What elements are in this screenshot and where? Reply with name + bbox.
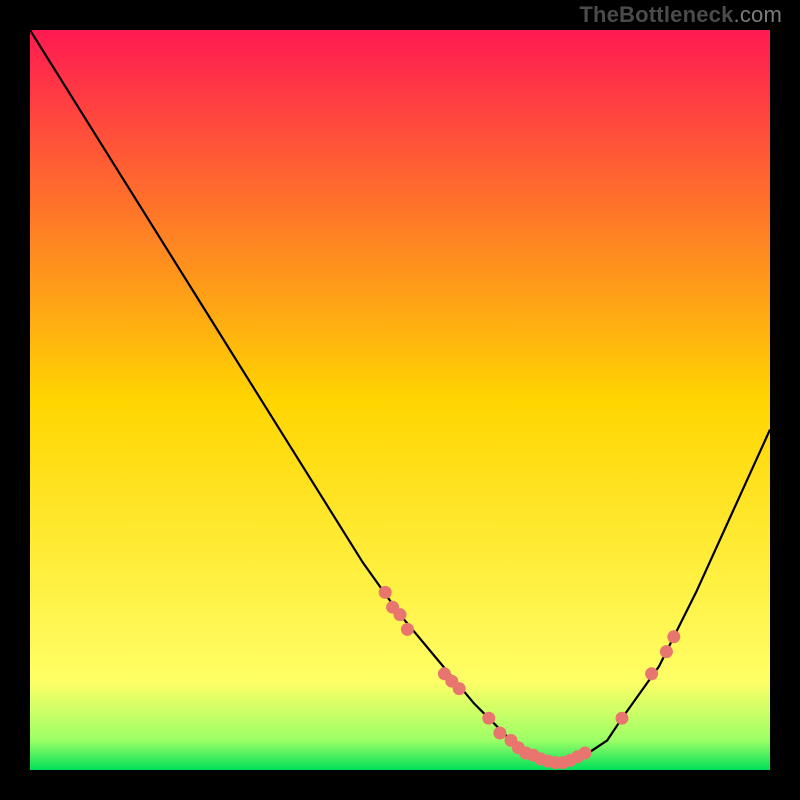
highlighted-point xyxy=(616,712,629,725)
highlighted-point xyxy=(645,667,658,680)
attribution-tld: .com xyxy=(734,2,782,27)
chart-container: TheBottleneck.com xyxy=(0,0,800,800)
highlighted-point xyxy=(482,712,495,725)
highlighted-point xyxy=(453,682,466,695)
plot-area xyxy=(30,30,770,770)
highlighted-point xyxy=(401,623,414,636)
gradient-backdrop xyxy=(30,30,770,770)
highlighted-point xyxy=(394,608,407,621)
highlighted-point xyxy=(493,727,506,740)
plot-svg xyxy=(30,30,770,770)
highlighted-point xyxy=(579,747,592,760)
highlighted-point xyxy=(379,586,392,599)
attribution-label: TheBottleneck.com xyxy=(579,2,782,28)
highlighted-point xyxy=(660,645,673,658)
attribution-site-name: TheBottleneck xyxy=(579,2,733,27)
highlighted-point xyxy=(667,630,680,643)
